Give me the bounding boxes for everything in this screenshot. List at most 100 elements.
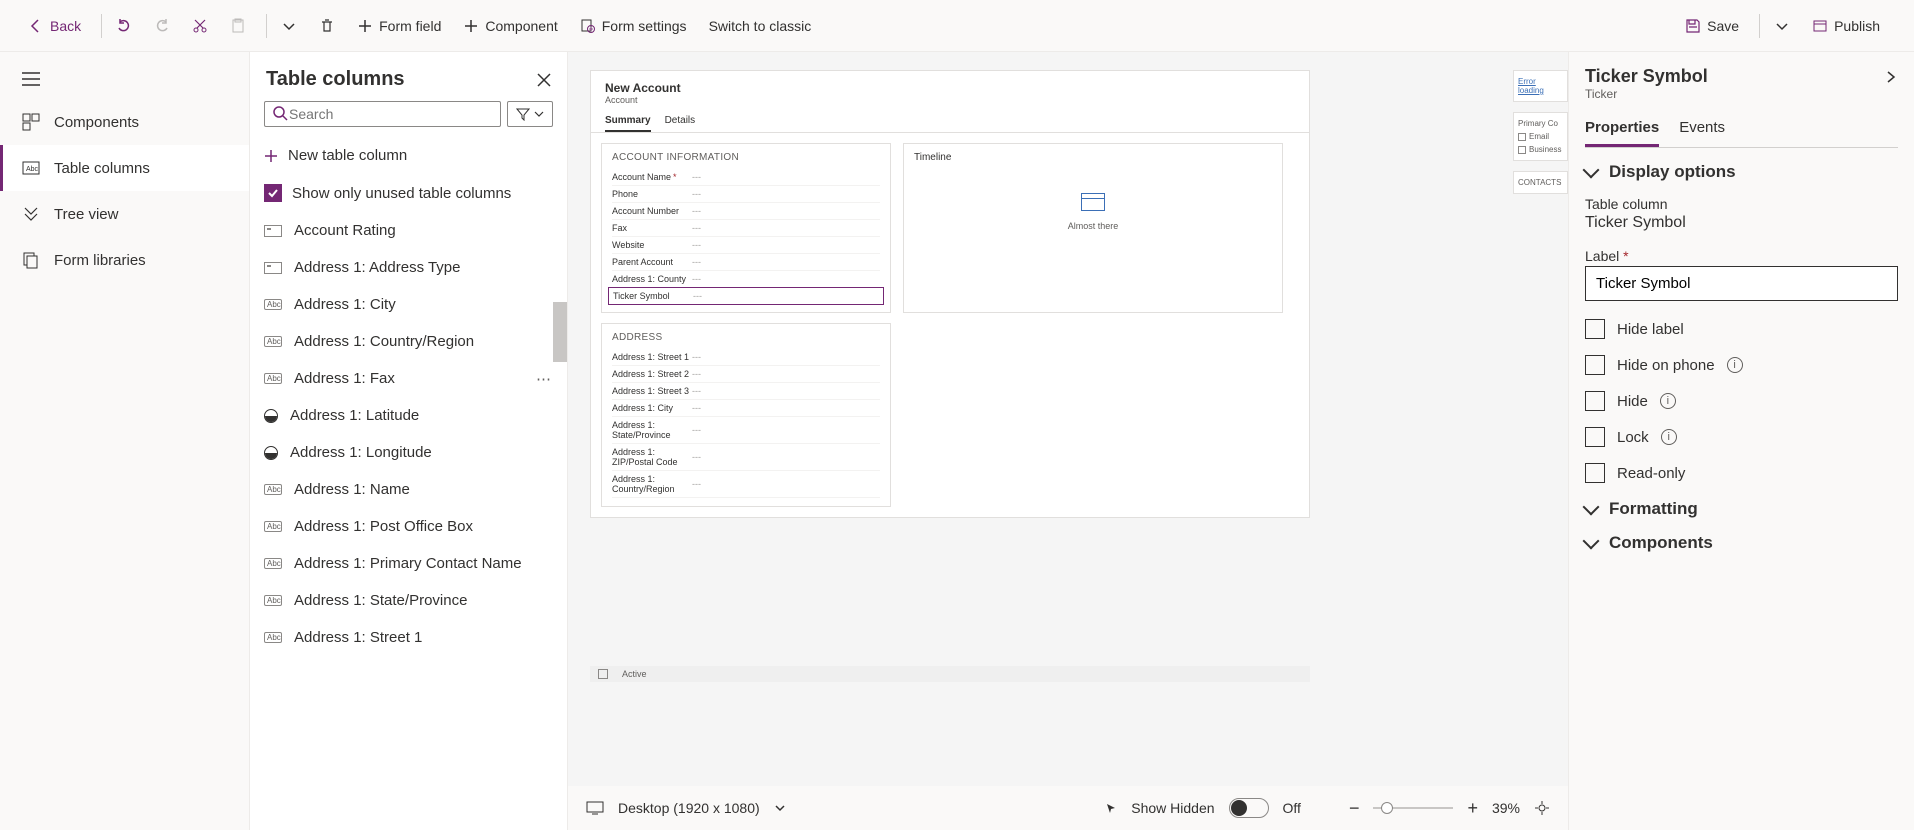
show-hidden-toggle[interactable] <box>1229 798 1269 818</box>
paste-dropdown[interactable] <box>273 12 305 40</box>
readonly-row[interactable]: Read-only <box>1585 463 1898 483</box>
undo-button[interactable] <box>108 12 140 40</box>
column-item[interactable]: Account Rating <box>250 212 567 249</box>
zoom-out-button[interactable]: − <box>1349 798 1360 819</box>
back-button[interactable]: Back <box>20 12 89 40</box>
checkmark-icon <box>267 187 279 199</box>
section-address[interactable]: ADDRESS Address 1: Street 1---Address 1:… <box>601 323 891 507</box>
chevron-down-icon[interactable] <box>774 802 786 814</box>
column-item[interactable]: AbcAddress 1: City <box>250 286 567 323</box>
nav-form-libraries[interactable]: Form libraries <box>0 237 249 283</box>
switch-classic-button[interactable]: Switch to classic <box>701 12 820 40</box>
hide-row[interactable]: Hide i <box>1585 391 1898 411</box>
form-settings-button[interactable]: Form settings <box>572 12 695 40</box>
form-field-row[interactable]: Address 1: City--- <box>612 400 880 417</box>
search-input[interactable] <box>289 106 492 122</box>
filter-button[interactable] <box>507 101 553 127</box>
tab-summary[interactable]: Summary <box>605 115 651 132</box>
column-item-label: Address 1: Address Type <box>294 259 461 276</box>
fit-to-screen-icon[interactable] <box>1534 800 1550 816</box>
show-unused-row[interactable]: Show only unused table columns <box>250 174 567 212</box>
section-display-options[interactable]: Display options <box>1585 162 1898 182</box>
label-input[interactable] <box>1585 266 1898 301</box>
cut-button[interactable] <box>184 12 216 40</box>
show-unused-checkbox[interactable] <box>264 184 282 202</box>
hide-text: Hide <box>1617 393 1648 410</box>
hide-label-checkbox[interactable] <box>1585 319 1605 339</box>
hide-on-phone-text: Hide on phone <box>1617 357 1715 374</box>
column-item[interactable]: AbcAddress 1: Country/Region <box>250 323 567 360</box>
info-icon[interactable]: i <box>1660 393 1676 409</box>
save-dropdown[interactable] <box>1766 12 1798 40</box>
form-field-row[interactable]: Address 1: Country/Region--- <box>612 471 880 498</box>
form-field-row[interactable]: Account Name*--- <box>612 169 880 186</box>
nav-tree-view[interactable]: Tree view <box>0 191 249 237</box>
more-options-icon[interactable]: ⋯ <box>536 370 553 388</box>
column-item[interactable]: Address 1: Latitude <box>250 397 567 434</box>
info-icon[interactable]: i <box>1661 429 1677 445</box>
form-field-row[interactable]: Address 1: ZIP/Postal Code--- <box>612 444 880 471</box>
chevron-right-icon[interactable] <box>1884 70 1898 84</box>
form-field-row[interactable]: Address 1: Street 1--- <box>612 349 880 366</box>
column-list: Account Rating Address 1: Address Type Abc… <box>250 212 567 830</box>
field-label: Ticker Symbol <box>613 291 693 301</box>
hamburger-button[interactable] <box>0 62 249 99</box>
form-field-row[interactable]: Phone--- <box>612 186 880 203</box>
column-item[interactable]: Address 1: Longitude <box>250 434 567 471</box>
form-field-row[interactable]: Ticker Symbol--- <box>608 287 884 305</box>
tab-details[interactable]: Details <box>665 115 696 132</box>
hide-label-row[interactable]: Hide label <box>1585 319 1898 339</box>
form-field-row[interactable]: Website--- <box>612 237 880 254</box>
abc-type-icon: Abc <box>264 299 282 310</box>
thumbnail-card[interactable]: Primary Co Email Business <box>1513 112 1568 161</box>
nav-components[interactable]: Components <box>0 99 249 145</box>
section-components[interactable]: Components <box>1585 533 1898 553</box>
paste-button[interactable] <box>222 12 254 40</box>
section-formatting[interactable]: Formatting <box>1585 499 1898 519</box>
error-loading-link[interactable]: Error loading <box>1518 77 1544 95</box>
nav-table-columns-label: Table columns <box>54 160 150 177</box>
readonly-checkbox[interactable] <box>1585 463 1605 483</box>
form-field-row[interactable]: Address 1: Street 2--- <box>612 366 880 383</box>
column-item[interactable]: AbcAddress 1: State/Province <box>250 582 567 619</box>
info-icon[interactable]: i <box>1727 357 1743 373</box>
new-table-column-button[interactable]: New table column <box>250 137 567 174</box>
save-button[interactable]: Save <box>1677 12 1747 40</box>
column-item[interactable]: Address 1: Address Type <box>250 249 567 286</box>
section-account-info[interactable]: ACCOUNT INFORMATION Account Name*---Phon… <box>601 143 891 313</box>
form-field-row[interactable]: Address 1: County--- <box>612 271 880 288</box>
thumbnail-card[interactable]: Error loading <box>1513 70 1568 102</box>
save-label: Save <box>1707 18 1739 34</box>
add-form-field-button[interactable]: Form field <box>349 12 449 40</box>
search-input-wrapper[interactable] <box>264 101 501 127</box>
section-timeline[interactable]: Timeline Almost there <box>903 143 1283 313</box>
lock-checkbox[interactable] <box>1585 427 1605 447</box>
column-item[interactable]: AbcAddress 1: Fax⋯ <box>250 360 567 397</box>
zoom-slider[interactable] <box>1373 807 1453 809</box>
zoom-in-button[interactable]: + <box>1467 798 1478 819</box>
hide-checkbox[interactable] <box>1585 391 1605 411</box>
thumbnail-card[interactable]: CONTACTS <box>1513 171 1568 194</box>
nav-table-columns[interactable]: Abc Table columns <box>0 145 249 191</box>
form-field-row[interactable]: Parent Account--- <box>612 254 880 271</box>
column-item[interactable]: AbcAddress 1: Post Office Box <box>250 508 567 545</box>
column-item[interactable]: AbcAddress 1: Primary Contact Name <box>250 545 567 582</box>
form-field-row[interactable]: Fax--- <box>612 220 880 237</box>
column-item[interactable]: AbcAddress 1: Street 1 <box>250 619 567 656</box>
form-field-row[interactable]: Address 1: State/Province--- <box>612 417 880 444</box>
form-field-row[interactable]: Account Number--- <box>612 203 880 220</box>
form-preview[interactable]: New Account Account Summary Details ACCO… <box>590 70 1310 518</box>
hide-on-phone-checkbox[interactable] <box>1585 355 1605 375</box>
close-icon[interactable] <box>537 73 551 87</box>
redo-button[interactable] <box>146 12 178 40</box>
scrollbar-thumb[interactable] <box>553 302 567 362</box>
lock-row[interactable]: Lock i <box>1585 427 1898 447</box>
tab-events[interactable]: Events <box>1679 111 1725 147</box>
form-field-row[interactable]: Address 1: Street 3--- <box>612 383 880 400</box>
add-component-button[interactable]: Component <box>455 12 565 40</box>
column-item[interactable]: AbcAddress 1: Name <box>250 471 567 508</box>
hide-on-phone-row[interactable]: Hide on phone i <box>1585 355 1898 375</box>
delete-button[interactable] <box>311 12 343 40</box>
tab-properties[interactable]: Properties <box>1585 111 1659 147</box>
publish-button[interactable]: Publish <box>1804 12 1888 40</box>
